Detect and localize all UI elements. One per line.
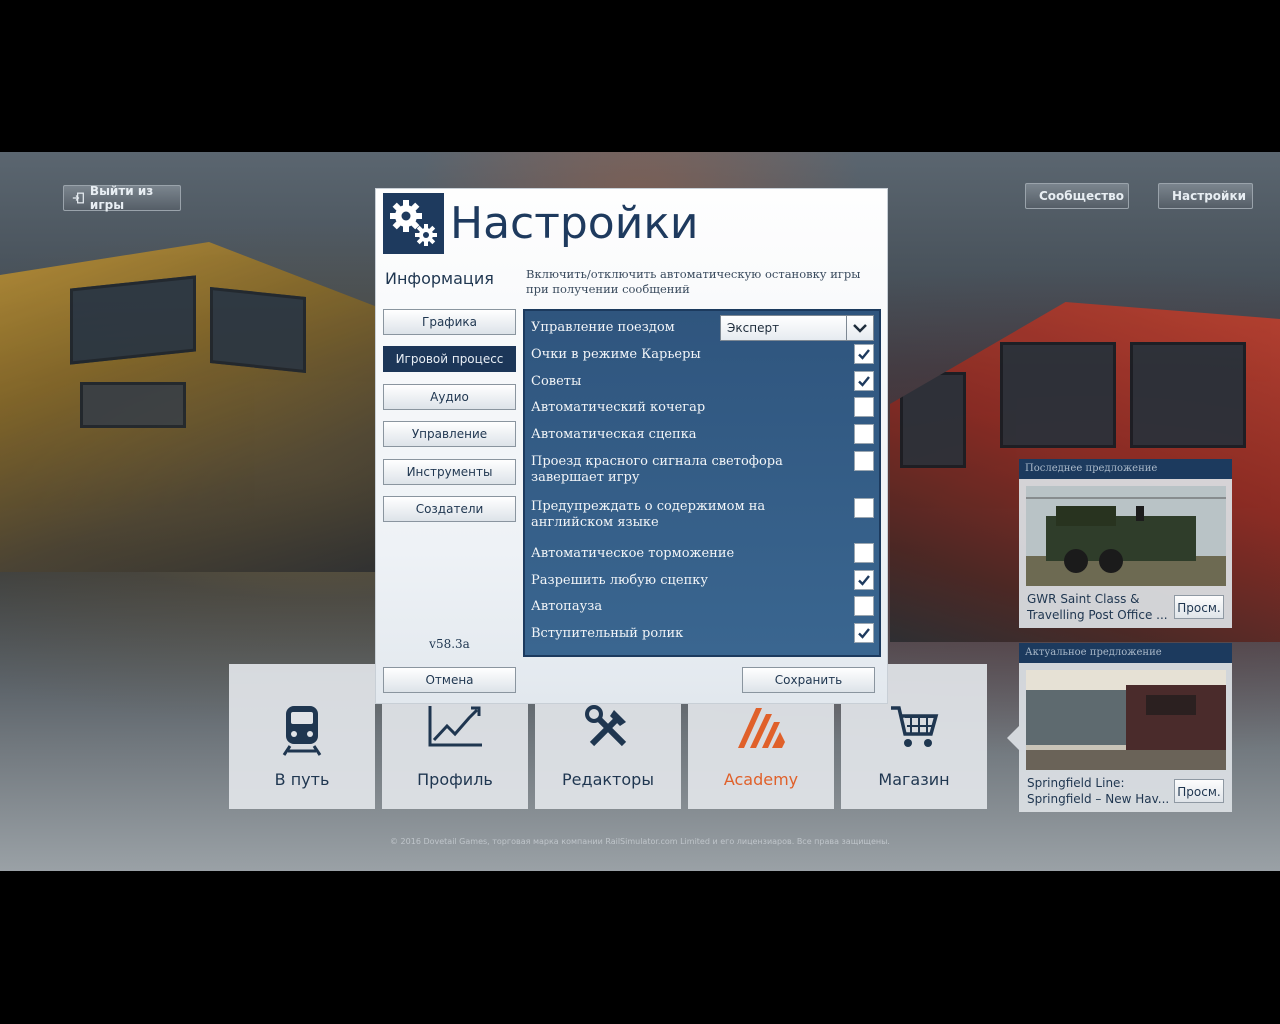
checkbox-tips[interactable] xyxy=(854,371,874,391)
tile-store-label: Магазин xyxy=(878,770,950,789)
community-label: Сообщество xyxy=(1039,189,1124,203)
nav-controls[interactable]: Управление xyxy=(383,421,516,447)
checkmark-icon xyxy=(858,575,870,586)
section-title: Информация xyxy=(385,269,494,288)
settings-gears-icon xyxy=(383,193,444,254)
current-offer-title-2: Springfield – New Hav... xyxy=(1027,792,1170,806)
checkbox-allow-any-coupling[interactable] xyxy=(854,570,874,590)
current-offer-card: Актуальное предложение Springfield Line:… xyxy=(1019,643,1232,812)
checkbox-auto-braking[interactable] xyxy=(854,543,874,563)
tile-drive[interactable]: В путь xyxy=(229,664,375,809)
nav-gameplay[interactable]: Игровой процесс xyxy=(383,346,516,372)
exit-game-button[interactable]: Выйти из игры xyxy=(63,184,181,212)
train-control-dropdown[interactable]: Эксперт xyxy=(720,315,874,341)
checkmark-icon xyxy=(858,376,870,387)
checkbox-spad-ends-game[interactable] xyxy=(854,451,874,471)
checkbox-auto-fireman[interactable] xyxy=(854,397,874,417)
copyright-text: © 2016 Dovetail Games, торговая марка ко… xyxy=(390,837,890,846)
exit-game-label: Выйти из игры xyxy=(89,184,154,212)
train-icon xyxy=(282,706,322,756)
checkbox-career-points[interactable] xyxy=(854,344,874,364)
nav-graphics[interactable]: Графика xyxy=(383,309,516,335)
nav-credits[interactable]: Создатели xyxy=(383,496,516,522)
option-label: Автопауза xyxy=(531,599,603,614)
latest-offer-title-1: GWR Saint Class & xyxy=(1027,592,1140,606)
option-label: Автоматический кочегар xyxy=(531,400,706,415)
settings-dialog: Настройки Информация Включить/отключить … xyxy=(375,188,888,704)
latest-offer-view-button[interactable]: Просм. xyxy=(1174,595,1224,619)
tile-editors-label: Редакторы xyxy=(562,770,654,789)
checkbox-intro-video[interactable] xyxy=(854,623,874,643)
save-button[interactable]: Сохранить xyxy=(742,667,875,693)
option-label: Разрешить любую сцепку xyxy=(531,573,709,588)
dialog-title: Настройки xyxy=(450,198,699,249)
option-description: Включить/отключить автоматическую остано… xyxy=(526,267,861,296)
checkbox-auto-coupling[interactable] xyxy=(854,424,874,444)
current-offer-title-1: Springfield Line: xyxy=(1027,776,1125,790)
checkbox-autopause[interactable] xyxy=(854,596,874,616)
checkmark-icon xyxy=(858,628,870,639)
gameplay-options-panel: Управление поездом Эксперт Очки в режиме… xyxy=(523,309,881,657)
train-control-label: Управление поездом xyxy=(531,320,675,335)
nav-tools[interactable]: Инструменты xyxy=(383,459,516,485)
checkmark-icon xyxy=(858,349,870,360)
chart-icon xyxy=(428,706,482,747)
checkbox-english-content-warning[interactable] xyxy=(854,498,874,518)
settings-label: Настройки xyxy=(1172,189,1247,203)
option-label: Вступительный ролик xyxy=(531,626,684,641)
current-offer-image xyxy=(1026,670,1226,770)
option-label: Предупреждать о содержимом на английском… xyxy=(531,499,766,530)
tile-academy-label: Academy xyxy=(723,770,799,789)
settings-button[interactable]: Настройки xyxy=(1158,183,1253,209)
latest-offer-header: Последнее предложение xyxy=(1019,459,1232,479)
option-label: Проезд красного сигнала светофора заверш… xyxy=(531,454,783,485)
community-button[interactable]: Сообщество xyxy=(1025,183,1129,209)
train-control-value: Эксперт xyxy=(727,321,780,335)
yellow-locomotive-art xyxy=(0,242,380,572)
offer-pointer xyxy=(1007,726,1019,750)
latest-offer-title-2: Travelling Post Office ... xyxy=(1027,608,1168,622)
exit-icon xyxy=(72,192,84,204)
cancel-button[interactable]: Отмена xyxy=(383,667,516,693)
tile-profile-label: Профиль xyxy=(417,770,493,789)
chevron-down-icon xyxy=(846,316,873,340)
option-label: Очки в режиме Карьеры xyxy=(531,347,701,362)
current-offer-header: Актуальное предложение xyxy=(1019,643,1232,663)
option-label: Автоматическая сцепка xyxy=(531,427,697,442)
cart-icon xyxy=(891,706,939,747)
option-label: Автоматическое торможение xyxy=(531,546,735,561)
tile-drive-label: В путь xyxy=(274,770,330,789)
option-label: Советы xyxy=(531,374,582,389)
tools-icon xyxy=(585,705,627,747)
current-offer-view-button[interactable]: Просм. xyxy=(1174,779,1224,803)
nav-audio[interactable]: Аудио xyxy=(383,384,516,410)
latest-offer-card: Последнее предложение GWR Saint Class & … xyxy=(1019,459,1232,628)
version-label: v58.3a xyxy=(429,637,470,651)
academy-icon xyxy=(738,708,785,748)
latest-offer-image xyxy=(1026,486,1226,586)
